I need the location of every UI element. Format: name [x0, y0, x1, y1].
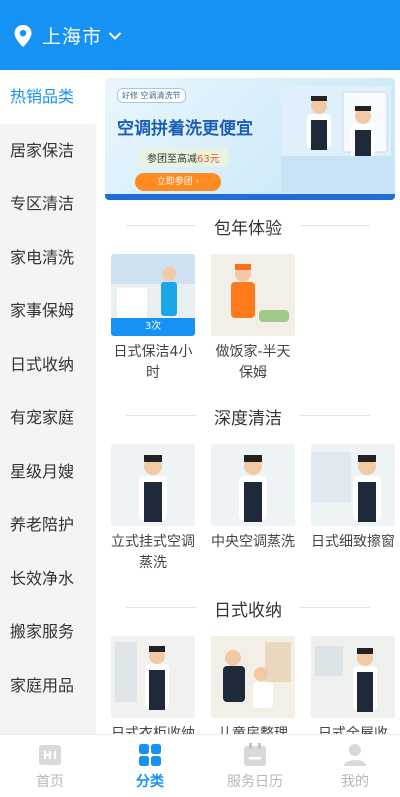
- sidebar-item-nanny[interactable]: 家事保姆: [0, 284, 96, 338]
- sidebar-item-storage[interactable]: 日式收纳: [0, 338, 96, 392]
- section-title-annual: 包年体验: [96, 214, 400, 239]
- top-header: 上海市: [0, 0, 400, 70]
- tab-mine[interactable]: 我的: [310, 743, 400, 791]
- product-caption: 日式全屋收: [318, 726, 388, 734]
- product-caption: 日式保洁4小时: [113, 344, 193, 381]
- product-caption: 日式衣柜收纳: [111, 726, 195, 734]
- product-image: [311, 444, 395, 526]
- banner-discount-amount: 63元: [197, 154, 220, 165]
- sidebar-item-elder-care[interactable]: 养老陪护: [0, 498, 96, 552]
- section-title-storage: 日式收纳: [96, 596, 400, 621]
- product-card[interactable]: 日式全屋收: [311, 636, 395, 734]
- city-label: 上海市: [42, 26, 103, 48]
- tab-label: 首页: [36, 774, 64, 790]
- banner-technicians-image: [281, 86, 391, 192]
- category-sidebar: 热销品类 居家保洁 专区清洁 家电清洗 家事保姆 日式收纳 有宠家庭 星级月嫂 …: [0, 70, 96, 734]
- sidebar-item-appliance-cleaning[interactable]: 家电清洗: [0, 231, 96, 285]
- banner-tag: 好修 空调清洗节: [117, 88, 186, 103]
- sidebar-item-maternity[interactable]: 星级月嫂: [0, 445, 96, 499]
- promo-banner[interactable]: 好修 空调清洗节 空调拼着洗更便宜 参团至高减63元 立即参团 ›: [105, 78, 395, 200]
- sidebar-item-zone-cleaning[interactable]: 专区清洁: [0, 177, 96, 231]
- tab-label: 分类: [136, 774, 164, 790]
- product-card[interactable]: 中央空调蒸洗: [211, 444, 295, 553]
- product-image: [211, 636, 295, 718]
- product-caption: 中央空调蒸洗: [211, 534, 295, 550]
- product-caption: 立式挂式空调蒸洗: [111, 534, 195, 571]
- banner-discount: 参团至高减63元: [139, 148, 228, 167]
- join-group-button[interactable]: 立即参团 ›: [135, 173, 221, 191]
- calendar-icon: [244, 743, 266, 766]
- location-selector[interactable]: 上海市: [12, 22, 122, 49]
- banner-discount-prefix: 参团至高减: [147, 154, 197, 165]
- product-card[interactable]: 日式衣柜收纳: [111, 636, 195, 734]
- category-icon: [139, 744, 161, 766]
- product-image: [111, 444, 195, 526]
- sidebar-item-home-cleaning[interactable]: 居家保洁: [0, 124, 96, 178]
- product-image: [311, 636, 395, 718]
- bottom-tab-bar: 首页 分类 服务日历 我的: [0, 734, 400, 797]
- product-card[interactable]: 立式挂式空调蒸洗: [111, 444, 195, 574]
- sidebar-item-hot[interactable]: 热销品类: [0, 70, 96, 124]
- banner-headline: 空调拼着洗更便宜: [117, 119, 253, 139]
- tab-label: 我的: [341, 774, 369, 790]
- category-content: 好修 空调清洗节 空调拼着洗更便宜 参团至高减63元 立即参团 › 包年体验 3…: [96, 70, 400, 734]
- sidebar-item-water[interactable]: 长效净水: [0, 552, 96, 606]
- tab-label: 服务日历: [227, 774, 283, 790]
- product-card[interactable]: 儿童房整理: [211, 636, 295, 734]
- product-caption: 日式细致擦窗: [311, 534, 395, 550]
- product-image: [111, 636, 195, 718]
- tab-category[interactable]: 分类: [100, 743, 200, 791]
- location-pin-icon: [14, 24, 32, 47]
- product-caption: 做饭家-半天保姆: [215, 344, 291, 381]
- sidebar-item-supplies[interactable]: 家庭用品: [0, 659, 96, 713]
- product-image: [211, 254, 295, 336]
- home-icon: [39, 745, 61, 765]
- product-image: 3次: [111, 254, 195, 336]
- product-card[interactable]: 日式细致擦窗: [311, 444, 395, 553]
- product-image: [211, 444, 295, 526]
- count-badge: 3次: [111, 318, 195, 336]
- sidebar-item-pet-home[interactable]: 有宠家庭: [0, 391, 96, 445]
- sidebar-item-moving[interactable]: 搬家服务: [0, 605, 96, 659]
- tab-home[interactable]: 首页: [0, 743, 100, 791]
- product-card[interactable]: 做饭家-半天保姆: [211, 254, 295, 384]
- section-title-deep-clean: 深度清洁: [96, 404, 400, 429]
- tab-service-calendar[interactable]: 服务日历: [200, 743, 310, 791]
- chevron-down-icon: [108, 31, 122, 40]
- product-card[interactable]: 3次 日式保洁4小时: [111, 254, 195, 384]
- user-icon: [344, 744, 366, 766]
- banner-stripe: [105, 194, 395, 200]
- product-caption: 儿童房整理: [218, 726, 288, 734]
